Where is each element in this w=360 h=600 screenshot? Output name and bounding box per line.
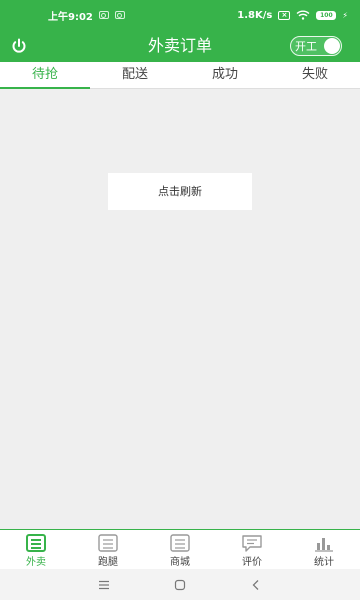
tab-delivering[interactable]: 配送 <box>90 62 180 88</box>
tab-success[interactable]: 成功 <box>180 62 270 88</box>
battery-icon: 100 <box>316 10 337 20</box>
nav-item-errand[interactable]: 跑腿 <box>72 530 144 569</box>
stats-icon <box>315 538 333 552</box>
toggle-knob <box>324 38 340 54</box>
home-button[interactable] <box>173 578 187 592</box>
mall-icon <box>170 534 190 552</box>
work-toggle-label: 开工 <box>295 40 317 53</box>
nav-label-takeout: 外卖 <box>26 557 46 568</box>
no-sim-icon: × <box>278 10 291 20</box>
nav-label-errand: 跑腿 <box>98 557 118 568</box>
status-time: 上午9:02 <box>48 11 93 23</box>
nav-label-review: 评价 <box>242 557 262 568</box>
review-icon <box>242 535 262 552</box>
status-left: 上午9:02 <box>48 8 125 23</box>
nav-item-stats[interactable]: 统计 <box>288 530 360 569</box>
power-icon <box>12 38 26 53</box>
nav-item-mall[interactable]: 商城 <box>144 530 216 569</box>
notification-icon <box>98 11 109 19</box>
tab-pending[interactable]: 待抢 <box>0 62 90 89</box>
back-button[interactable] <box>249 578 263 592</box>
nav-item-review[interactable]: 评价 <box>216 530 288 569</box>
notification-icon <box>114 11 125 19</box>
refresh-button[interactable]: 点击刷新 <box>108 173 252 210</box>
home-icon <box>174 579 186 590</box>
system-nav-bar <box>0 569 360 600</box>
back-icon <box>252 579 259 590</box>
order-tabs: 待抢 配送 成功 失败 <box>0 62 360 89</box>
menu-icon <box>99 580 109 589</box>
menu-button[interactable] <box>97 578 111 592</box>
order-list-area: 点击刷新 <box>0 89 360 529</box>
errand-icon <box>98 534 118 552</box>
nav-label-stats: 统计 <box>314 557 334 568</box>
status-bar: 上午9:02 1.8K/s × 100 ⚡ <box>0 0 360 30</box>
wifi-icon <box>296 10 310 20</box>
takeout-icon <box>26 534 46 552</box>
app-header: 外卖订单 开工 <box>0 30 360 62</box>
nav-item-takeout[interactable]: 外卖 <box>0 530 72 569</box>
network-speed: 1.8K/s <box>237 9 273 21</box>
nav-label-mall: 商城 <box>170 557 190 568</box>
tab-failed[interactable]: 失败 <box>270 62 360 88</box>
charging-icon: ⚡ <box>342 10 348 20</box>
bottom-nav: 外卖 跑腿 商城 评价 统计 <box>0 529 360 569</box>
power-button[interactable] <box>10 37 28 55</box>
work-toggle[interactable]: 开工 <box>290 36 342 56</box>
status-right: 1.8K/s × 100 ⚡ <box>237 10 348 21</box>
